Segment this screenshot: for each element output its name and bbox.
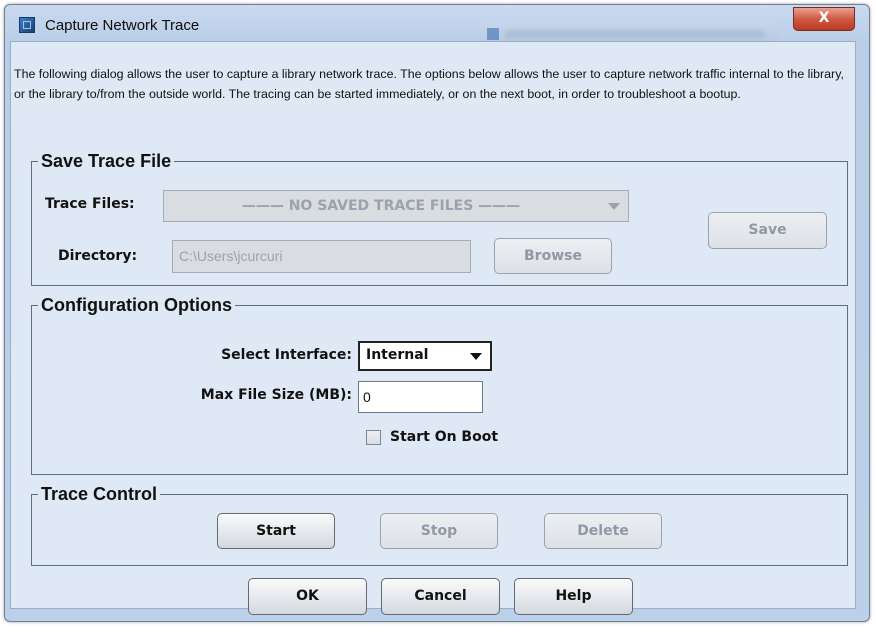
help-button[interactable]: Help bbox=[514, 578, 633, 615]
chevron-down-icon bbox=[608, 203, 620, 210]
ok-button[interactable]: OK bbox=[248, 578, 367, 615]
select-interface-label: Select Interface: bbox=[221, 347, 352, 363]
max-file-size-label: Max File Size (MB): bbox=[200, 387, 352, 403]
stop-button[interactable]: Stop bbox=[380, 513, 498, 549]
select-interface-value: Internal bbox=[366, 347, 429, 363]
configuration-options-legend: Configuration Options bbox=[38, 294, 235, 316]
chevron-down-icon bbox=[470, 353, 482, 360]
cancel-button[interactable]: Cancel bbox=[381, 578, 500, 615]
background-window-title-blurred bbox=[505, 30, 765, 38]
trace-control-legend: Trace Control bbox=[38, 483, 161, 505]
title-bar[interactable]: Capture Network Trace X bbox=[5, 5, 869, 45]
save-button[interactable]: Save bbox=[708, 212, 827, 249]
delete-button[interactable]: Delete bbox=[544, 513, 662, 549]
select-interface-dropdown[interactable]: Internal bbox=[358, 341, 492, 371]
trace-files-label: Trace Files: bbox=[45, 196, 135, 212]
dialog-description: The following dialog allows the user to … bbox=[14, 67, 844, 101]
start-on-boot-label[interactable]: Start On Boot bbox=[390, 429, 498, 445]
max-file-size-input[interactable]: 0 bbox=[358, 381, 483, 413]
background-window-icon bbox=[487, 28, 499, 40]
start-button[interactable]: Start bbox=[217, 513, 335, 549]
close-icon: X bbox=[818, 10, 830, 26]
app-icon bbox=[19, 17, 35, 33]
start-on-boot-checkbox[interactable] bbox=[366, 430, 381, 445]
directory-label: Directory: bbox=[58, 248, 138, 264]
window-title: Capture Network Trace bbox=[45, 17, 200, 34]
save-trace-file-legend: Save Trace File bbox=[38, 150, 175, 172]
trace-files-dropdown-value: ——— NO SAVED TRACE FILES ——— bbox=[241, 198, 521, 214]
directory-field[interactable]: C:\Users\jcurcuri bbox=[172, 240, 471, 273]
close-button[interactable]: X bbox=[793, 7, 855, 31]
browse-button[interactable]: Browse bbox=[494, 238, 612, 274]
trace-files-dropdown[interactable]: ——— NO SAVED TRACE FILES ——— bbox=[163, 190, 629, 222]
